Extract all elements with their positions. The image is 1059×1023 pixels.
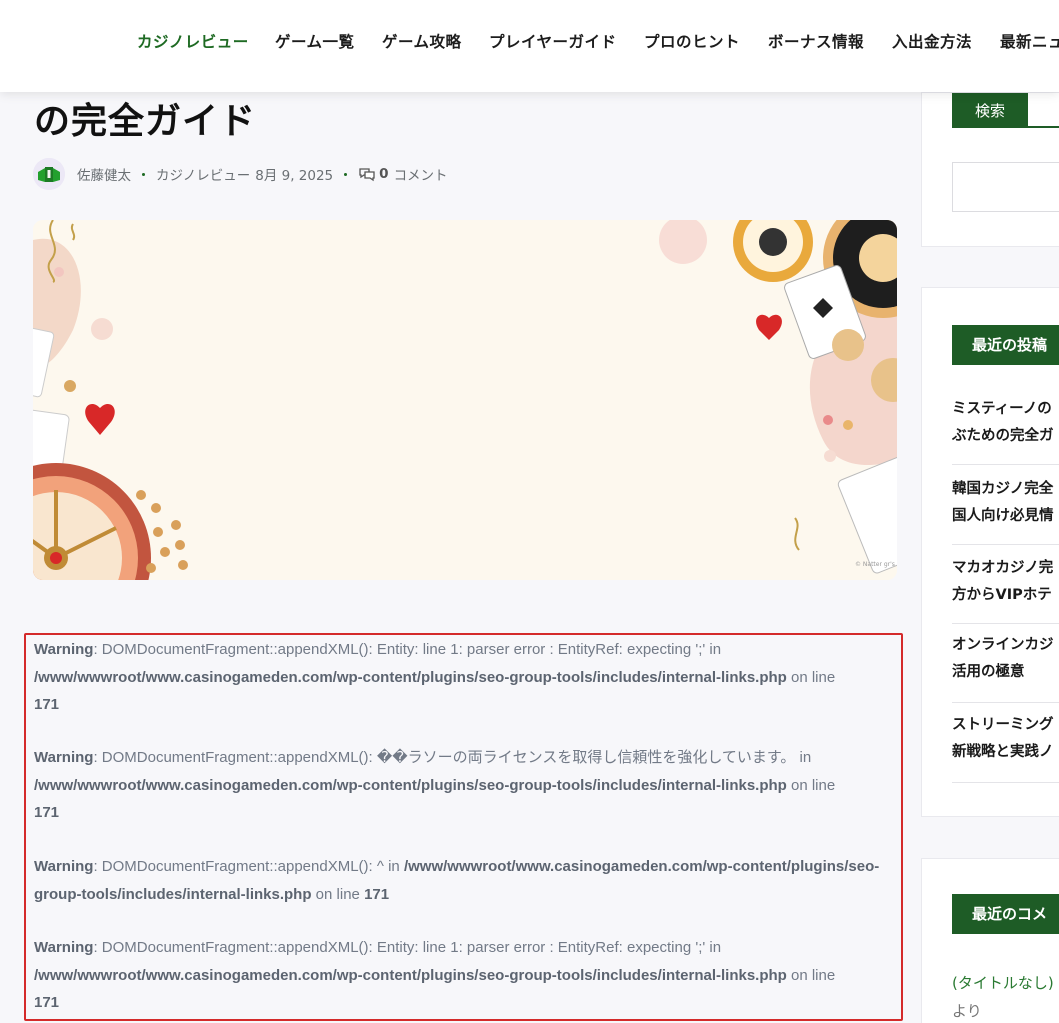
warning-label: Warning	[34, 939, 94, 956]
author-avatar[interactable]	[33, 158, 65, 190]
featured-image: © Natter gr's	[33, 220, 897, 580]
recent-post-line: マカオカジノ完	[952, 560, 1054, 576]
recent-post-line: ミスティーノの	[952, 401, 1052, 417]
recent-post-link[interactable]: オンラインカジ 活用の極意	[952, 632, 1059, 686]
recent-comment-link[interactable]: (タイトルなし)	[952, 972, 1054, 993]
recent-post-line: 韓国カジノ完全	[952, 481, 1054, 497]
nav-item-game-strategy[interactable]: ゲーム攻略	[382, 30, 462, 52]
meta-separator	[142, 172, 145, 176]
comment-count[interactable]: 0	[379, 166, 388, 182]
recent-post-line: ぶための完全ガ	[952, 428, 1054, 444]
divider	[952, 782, 1059, 783]
recent-post-line: 活用の極意	[952, 664, 1025, 680]
php-warning: Warning: DOMDocumentFragment::appendXML(…	[34, 636, 896, 719]
comment-icon	[359, 168, 375, 182]
recent-post-line: ストリーミング	[952, 717, 1054, 733]
recent-post-line: 方からVIPホテ	[952, 587, 1052, 603]
recent-post-link[interactable]: マカオカジノ完 方からVIPホテ	[952, 555, 1059, 609]
warning-line-number: 171	[34, 696, 60, 713]
search-widget: 検索	[921, 92, 1059, 247]
warning-line-number: 171	[34, 994, 60, 1011]
search-input[interactable]	[952, 162, 1059, 212]
divider	[952, 702, 1059, 703]
recent-post-line: オンラインカジ	[952, 637, 1054, 653]
warning-label: Warning	[34, 641, 94, 658]
nav-item-pro-tips[interactable]: プロのヒント	[644, 30, 740, 52]
divider	[952, 464, 1059, 465]
recent-post-line: 国人向け必見情	[952, 508, 1054, 524]
warning-on-line: on line	[786, 966, 836, 984]
post-category[interactable]: カジノレビュー	[156, 164, 250, 184]
image-watermark: © Natter gr's	[855, 561, 895, 568]
divider	[952, 544, 1059, 545]
recent-post-link[interactable]: ミスティーノの ぶための完全ガ	[952, 396, 1059, 450]
warning-label: Warning	[34, 749, 94, 766]
divider	[952, 623, 1059, 624]
warning-on-line: on line	[786, 776, 836, 794]
warning-path: /www/wwwroot/www.casinogameden.com/wp-co…	[34, 966, 787, 984]
recent-comments-heading: 最近のコメ	[952, 894, 1059, 934]
recent-posts-heading: 最近の投稿	[952, 325, 1059, 365]
warning-path: /www/wwwroot/www.casinogameden.com/wp-co…	[34, 776, 787, 794]
php-warning: Warning: DOMDocumentFragment::appendXML(…	[34, 744, 896, 827]
nav-item-payment-methods[interactable]: 入出金方法	[892, 30, 972, 52]
recent-comment-suffix: より	[952, 1002, 982, 1020]
warning-message: : DOMDocumentFragment::appendXML(): ��ラソ…	[93, 749, 812, 766]
php-warning: Warning: DOMDocumentFragment::appendXML(…	[34, 853, 896, 908]
post-title: の完全ガイド	[34, 101, 257, 142]
warning-message: : DOMDocumentFragment::appendXML(): Enti…	[93, 641, 722, 658]
post-meta: 佐藤健太 カジノレビュー 8月 9, 2025 0 コメント	[33, 158, 448, 190]
warning-message: : DOMDocumentFragment::appendXML(): Enti…	[93, 939, 722, 956]
php-warnings-box: Warning: DOMDocumentFragment::appendXML(…	[24, 633, 903, 1021]
nav-item-latest-news[interactable]: 最新ニュ	[1000, 30, 1059, 52]
warning-on-line: on line	[311, 885, 365, 903]
post-date: 8月 9, 2025	[255, 168, 334, 184]
nav-item-game-list[interactable]: ゲーム一覧	[275, 30, 355, 52]
warning-label: Warning	[34, 858, 94, 875]
author-name[interactable]: 佐藤健太	[77, 164, 131, 184]
recent-posts-widget: 最近の投稿 ミスティーノの ぶための完全ガ 韓国カジノ完全 国人向け必見情 マカ…	[921, 287, 1059, 817]
php-warning: Warning: DOMDocumentFragment::appendXML(…	[34, 934, 896, 1017]
warning-message: : DOMDocumentFragment::appendXML(): ^ in	[93, 858, 404, 875]
nav-item-bonus-info[interactable]: ボーナス情報	[768, 30, 864, 52]
nav-item-casino-review[interactable]: カジノレビュー	[137, 30, 249, 52]
search-underline	[1028, 126, 1059, 128]
meta-separator	[344, 172, 348, 176]
warning-path: /www/wwwroot/www.casinogameden.com/wp-co…	[34, 668, 787, 686]
comment-label[interactable]: コメント	[394, 164, 448, 184]
warning-line-number: 171	[34, 804, 60, 821]
recent-post-line: 新戦略と実践ノ	[952, 744, 1054, 760]
recent-post-link[interactable]: ストリーミング 新戦略と実践ノ	[952, 712, 1059, 766]
main-navigation: カジノレビュー ゲーム一覧 ゲーム攻略 プレイヤーガイド プロのヒント ボーナス…	[0, 0, 1059, 92]
nav-item-player-guide[interactable]: プレイヤーガイド	[489, 30, 617, 52]
recent-comments-widget: 最近のコメ (タイトルなし) より	[921, 858, 1059, 1023]
recent-post-link[interactable]: 韓国カジノ完全 国人向け必見情	[952, 476, 1059, 530]
warning-line-number: 171	[364, 885, 390, 903]
search-button[interactable]: 検索	[952, 93, 1028, 128]
warning-on-line: on line	[786, 668, 836, 686]
